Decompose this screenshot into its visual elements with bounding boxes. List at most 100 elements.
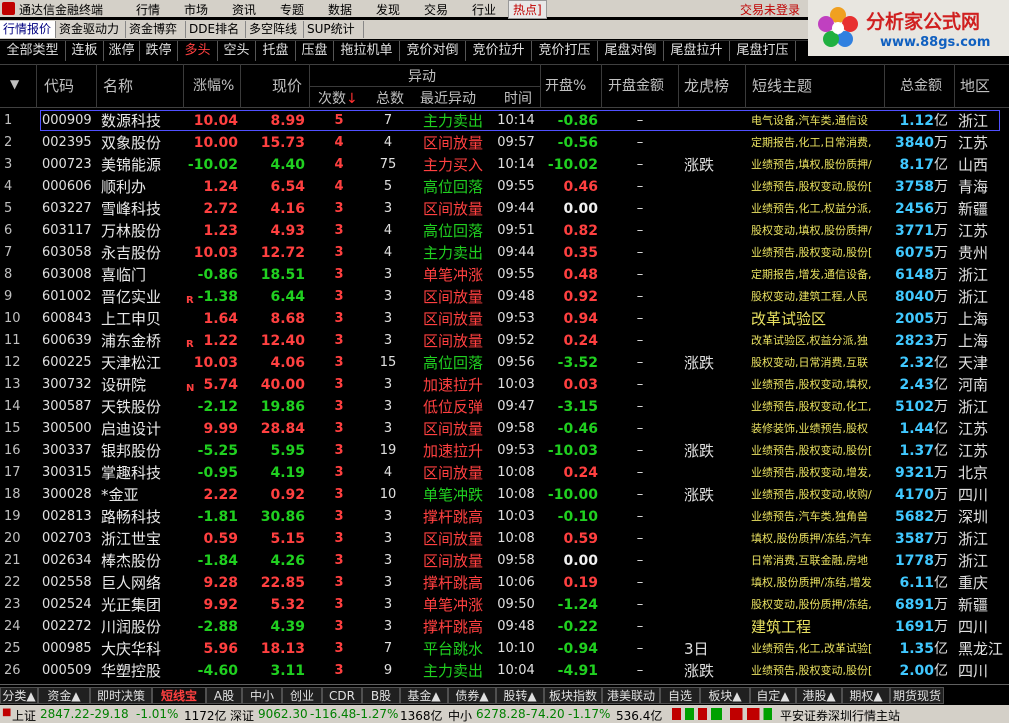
broker-server[interactable]: 平安证券深圳行情主站	[780, 707, 900, 723]
table-row[interactable]: 23 002524 光正集团 9.92 5.32 3 3 单笔冲涨 09:50 -1.24 – 股权变…	[0, 593, 1009, 615]
table-row[interactable]: 11 600639 浦东金桥 R 1.22 12.40 3 3 区间放量 09:52 0.24– 改革…	[0, 329, 1009, 351]
market-tab[interactable]: 期货现货	[890, 687, 944, 704]
table-row[interactable]: 14 300587 天铁股份 -2.12 19.86 3 3 低位反弹 09:47 -3.15 – 业…	[0, 395, 1009, 417]
stock-name[interactable]: 喜临门	[101, 265, 185, 285]
stock-code[interactable]: 300500	[42, 419, 98, 439]
stock-name[interactable]: *金亚	[101, 485, 185, 505]
col-open[interactable]: 开盘%	[545, 75, 586, 95]
table-row[interactable]: 3 000723 美锦能源 -10.02 4.40 4 75 主力买入 10:14 -10.02–…	[0, 153, 1009, 175]
table-row[interactable]: 8 603008 喜临门 -0.86 18.51 3 3 单笔冲涨 09:55 0.48 – 定期报告…	[0, 263, 1009, 285]
filter-auction-cross[interactable]: 竞价对倒	[400, 41, 466, 61]
table-row[interactable]: 4 000606 顺利办 1.24 6.54 4 5 高位回落 09:55 0.46 – 业绩预告,股…	[0, 175, 1009, 197]
stock-code[interactable]: 600843	[42, 309, 98, 329]
menu-industry[interactable]: 行业	[472, 1, 496, 18]
stock-name[interactable]: 浦东金桥	[101, 331, 185, 351]
tab-sup-stats[interactable]: SUP统计	[304, 21, 364, 38]
menu-markets[interactable]: 市场	[184, 1, 208, 18]
market-tab[interactable]: 板块指数	[544, 687, 602, 704]
market-tab[interactable]: 即时决策	[90, 687, 152, 704]
table-row[interactable]: 17 300315 掌趣科技 -0.95 4.19 3 4 区间放量 10:08 0.24 – 业绩预…	[0, 461, 1009, 483]
table-row[interactable]: 9 601002 晋亿实业 R -1.38 6.44 3 3 区间放量 09:48 0.92– 股权变…	[0, 285, 1009, 307]
stock-code[interactable]: 300315	[42, 463, 98, 483]
col-change[interactable]: 涨幅%	[193, 75, 234, 95]
market-tab[interactable]: 分类▲	[0, 687, 38, 704]
stock-code[interactable]: 603117	[42, 221, 98, 241]
col-recent[interactable]: 最近异动	[420, 88, 476, 108]
table-row[interactable]: 18 300028 *金亚 2.22 0.92 3 10 单笔冲跌 10:08 -10.00 – 涨跌…	[0, 483, 1009, 505]
table-row[interactable]: 5 603227 雪峰科技 2.72 4.16 3 3 区间放量 09:44 0.00 – 业绩预告,…	[0, 197, 1009, 219]
market-tab[interactable]: 港股▲	[796, 687, 842, 704]
market-tab[interactable]: 创业	[282, 687, 322, 704]
col-name[interactable]: 名称	[103, 75, 133, 96]
table-row[interactable]: 16 300337 银邦股份 -5.25 5.95 3 19 加速拉升 09:53 -10.03 –…	[0, 439, 1009, 461]
menu-news[interactable]: 资讯	[232, 1, 256, 18]
market-tab[interactable]: 期权▲	[842, 687, 890, 704]
market-tab[interactable]: A股	[206, 687, 242, 704]
stock-name[interactable]: 上工申贝	[101, 309, 185, 329]
col-time[interactable]: 时间	[504, 88, 532, 108]
stock-name[interactable]: 光正集团	[101, 595, 185, 615]
tab-quotes[interactable]: 行情报价	[0, 21, 56, 38]
market-tab[interactable]: 资金▲	[38, 687, 90, 704]
column-menu-icon[interactable]: ▼	[10, 77, 19, 91]
stock-name[interactable]: 永吉股份	[101, 243, 185, 263]
stock-name[interactable]: 数源科技	[101, 111, 185, 131]
stock-code[interactable]: 002524	[42, 595, 98, 615]
col-theme[interactable]: 短线主题	[752, 75, 812, 96]
col-total[interactable]: 总数	[376, 88, 404, 108]
menu-hotspot[interactable]: 热点]	[508, 0, 547, 19]
col-area[interactable]: 地区	[960, 75, 990, 96]
filter-consecutive[interactable]: 连板	[66, 41, 104, 61]
stock-name[interactable]: 双象股份	[101, 133, 185, 153]
tab-fund-game[interactable]: 资金博弈	[126, 21, 186, 38]
stock-code[interactable]: 601002	[42, 287, 98, 307]
stock-code[interactable]: 002395	[42, 133, 98, 153]
stock-code[interactable]: 002813	[42, 507, 98, 527]
table-row[interactable]: 6 603117 万林股份 1.23 4.93 3 4 高位回落 09:51 0.82 – 股权变动,…	[0, 219, 1009, 241]
table-row[interactable]: 21 002634 棒杰股份 -1.84 4.26 3 3 区间放量 09:58 0.00 – 日常消…	[0, 549, 1009, 571]
col-times[interactable]: 次数↓	[318, 88, 358, 108]
filter-limit-up[interactable]: 涨停	[104, 41, 140, 61]
stock-code[interactable]: 000985	[42, 639, 98, 659]
stock-code[interactable]: 603008	[42, 265, 98, 285]
table-row[interactable]: 10 600843 上工申贝 1.64 8.68 3 3 区间放量 09:53 0.94 – 改革试验…	[0, 307, 1009, 329]
stock-code[interactable]: 002703	[42, 529, 98, 549]
table-row[interactable]: 24 002272 川润股份 -2.88 4.39 3 3 撑杆跳高 09:48 -0.22 – 建筑…	[0, 615, 1009, 637]
market-tab[interactable]: 股转▲	[496, 687, 544, 704]
menu-discover[interactable]: 发现	[376, 1, 400, 18]
table-row[interactable]: 20 002703 浙江世宝 0.59 5.15 3 3 区间放量 10:08 0.59 – 填权,股…	[0, 527, 1009, 549]
market-tab[interactable]: 自选	[660, 687, 700, 704]
stock-name[interactable]: 雪峰科技	[101, 199, 185, 219]
col-price[interactable]: 现价	[272, 75, 302, 96]
table-row[interactable]: 22 002558 巨人网络 9.28 22.85 3 3 撑杆跳高 10:06 0.19 – 填权,…	[0, 571, 1009, 593]
col-total-amount[interactable]: 总金额	[900, 75, 942, 95]
filter-tail-press[interactable]: 尾盘打压	[730, 41, 796, 61]
market-tab[interactable]: CDR	[322, 687, 362, 704]
stock-name[interactable]: 启迪设计	[101, 419, 185, 439]
filter-auction-press[interactable]: 竞价打压	[532, 41, 598, 61]
table-row[interactable]: 2 002395 双象股份 10.00 15.73 4 4 区间放量 09:57 -0.56 – 定期…	[0, 131, 1009, 153]
stock-code[interactable]: 000723	[42, 155, 98, 175]
stock-code[interactable]: 600639	[42, 331, 98, 351]
filter-all[interactable]: 全部类型	[0, 41, 66, 61]
stock-code[interactable]: 002634	[42, 551, 98, 571]
table-row[interactable]: 25 000985 大庆华科 5.96 18.13 3 7 平台跳水 10:10 -0.94 – 3日…	[0, 637, 1009, 659]
stock-name[interactable]: 浙江世宝	[101, 529, 185, 549]
stock-code[interactable]: 600225	[42, 353, 98, 373]
stock-name[interactable]: 巨人网络	[101, 573, 185, 593]
filter-tail-lift[interactable]: 尾盘拉升	[664, 41, 730, 61]
stock-name[interactable]: 华塑控股	[101, 661, 185, 681]
menu-market[interactable]: 行情	[136, 1, 160, 18]
stock-code[interactable]: 603227	[42, 199, 98, 219]
stock-name[interactable]: 掌趣科技	[101, 463, 185, 483]
stock-code[interactable]: 300587	[42, 397, 98, 417]
tab-dde-rank[interactable]: DDE排名	[186, 21, 246, 38]
filter-press[interactable]: 压盘	[296, 41, 334, 61]
tab-fund-drive[interactable]: 资金驱动力	[56, 21, 126, 38]
col-lhb[interactable]: 龙虎榜	[684, 75, 729, 96]
stock-name[interactable]: 晋亿实业	[101, 287, 185, 307]
stock-name[interactable]: 大庆华科	[101, 639, 185, 659]
market-tab[interactable]: 基金▲	[400, 687, 448, 704]
market-tab[interactable]: B股	[362, 687, 400, 704]
table-row[interactable]: 26 000509 华塑控股 -4.60 3.11 3 9 主力卖出 10:04 -4.91 – 涨跌…	[0, 659, 1009, 681]
